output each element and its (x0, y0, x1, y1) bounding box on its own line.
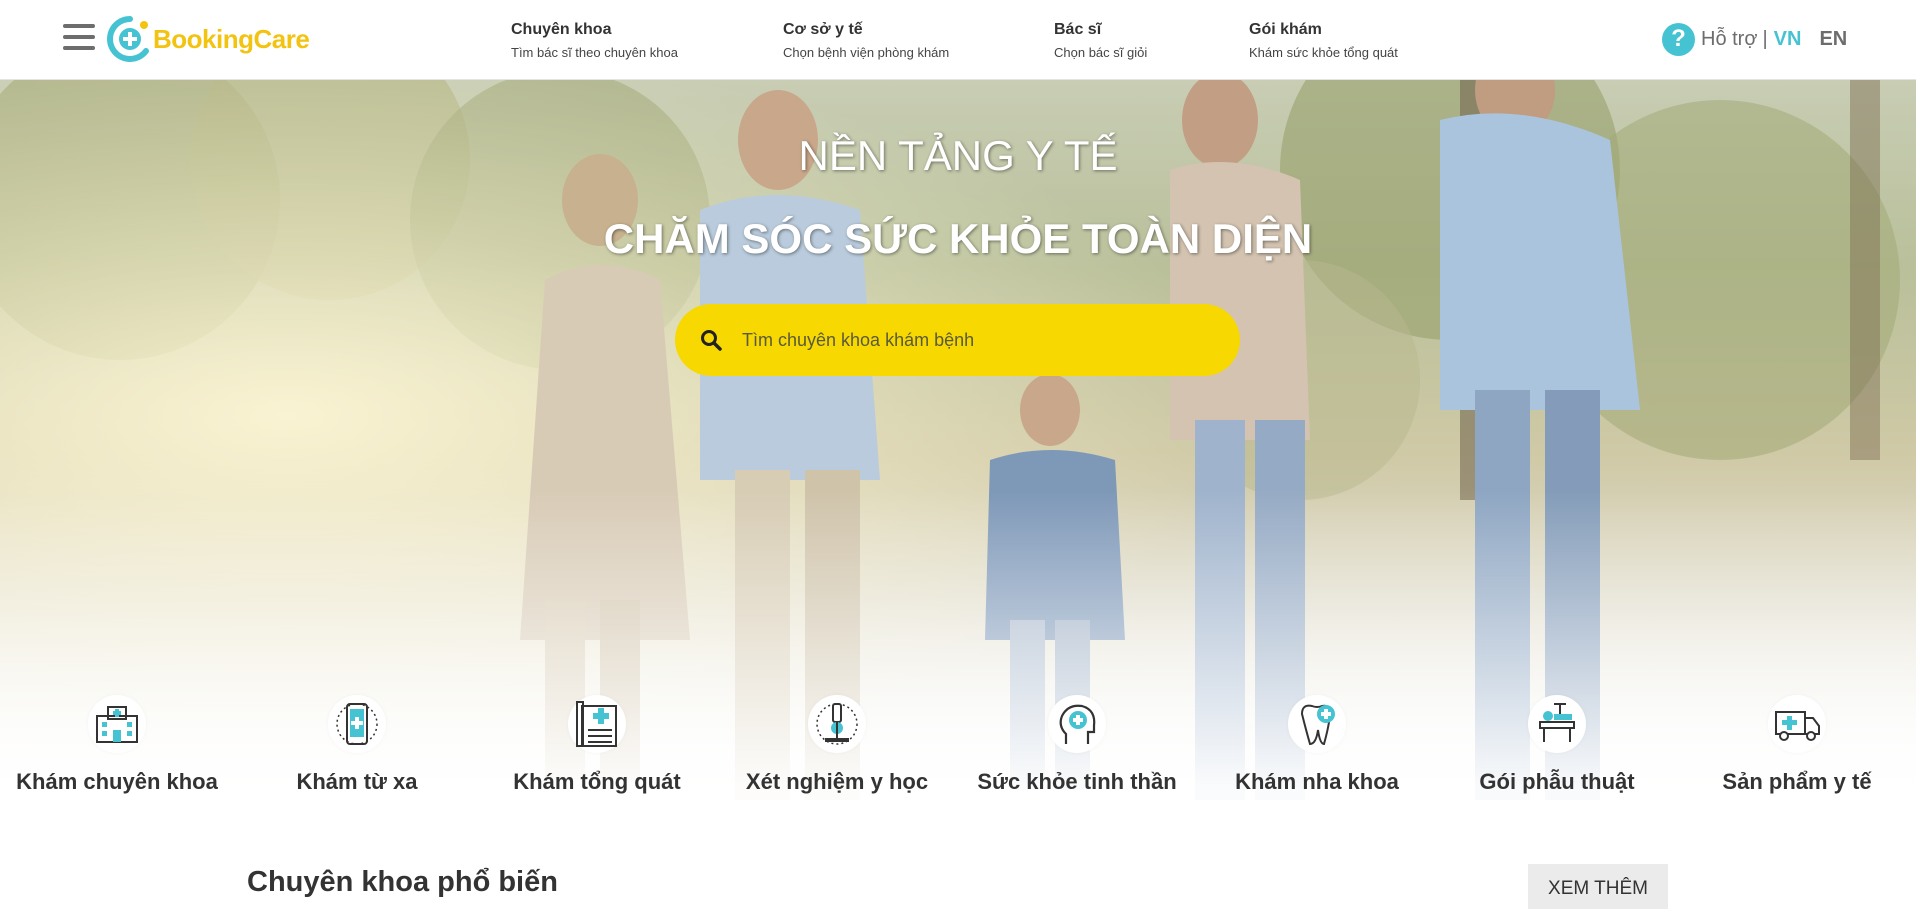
option-specialty-exam[interactable]: Khám chuyên khoa (0, 695, 237, 795)
see-more-button[interactable]: XEM THÊM (1528, 864, 1668, 909)
option-label: Gói phẫu thuật (1479, 769, 1635, 794)
phone-icon (328, 695, 386, 753)
option-label: Sản phẩm y tế (1722, 769, 1872, 794)
option-label: Khám chuyên khoa (16, 769, 218, 794)
nav-item-doctor[interactable]: Bác sĩ Chọn bác sĩ giỏi (1054, 20, 1147, 62)
support-area: ? Hỗ trợ | VN EN (1662, 22, 1847, 56)
option-surgery-package[interactable]: Gói phẫu thuật (1437, 695, 1677, 795)
option-label: Sức khỏe tinh thần (977, 769, 1177, 794)
option-mental-health[interactable]: Sức khỏe tinh thần (957, 695, 1197, 795)
lang-vn-button[interactable]: VN (1774, 28, 1802, 51)
option-medical-products[interactable]: Sản phẩm y tế (1677, 695, 1916, 795)
nav-title: Chuyên khoa (511, 21, 612, 38)
service-options: Khám chuyên khoa Khám từ xa Khám tổng qu… (0, 695, 1916, 815)
option-label: Khám nha khoa (1235, 769, 1399, 794)
nav-item-facility[interactable]: Cơ sở y tế Chọn bệnh viện phòng khám (783, 20, 949, 62)
search-input[interactable] (742, 329, 1192, 351)
option-label: Xét nghiệm y học (745, 769, 929, 794)
lang-en-button[interactable]: EN (1819, 28, 1847, 51)
microscope-icon (808, 695, 866, 753)
tooth-icon (1288, 695, 1346, 753)
logo-mark-icon (107, 16, 149, 62)
section-title-popular-specialty: Chuyên khoa phổ biến (247, 866, 558, 898)
help-icon[interactable]: ? (1662, 22, 1695, 56)
nav-subtitle: Chọn bệnh viện phòng khám (783, 45, 950, 60)
ambulance-icon (1768, 695, 1826, 753)
nav-title: Cơ sở y tế (783, 21, 863, 38)
option-remote-exam[interactable]: Khám từ xa (237, 695, 477, 795)
separator: | (1762, 27, 1768, 50)
hospital-icon (88, 695, 146, 753)
logo-text: BookingCare (153, 23, 310, 54)
brand-logo[interactable]: BookingCare (106, 14, 310, 64)
hero-title-line1: NỀN TẢNG Y TẾ (798, 132, 1118, 179)
nav-item-package[interactable]: Gói khám Khám sức khỏe tổng quát (1249, 20, 1398, 62)
search-icon (701, 330, 722, 351)
support-link[interactable]: Hỗ trợ (1701, 28, 1757, 51)
search-bar[interactable] (675, 304, 1240, 376)
option-general-exam[interactable]: Khám tổng quát (477, 695, 717, 795)
option-label: Khám tổng quát (513, 769, 681, 794)
option-dental[interactable]: Khám nha khoa (1197, 695, 1437, 795)
surgery-icon (1528, 695, 1586, 753)
mental-health-icon (1048, 695, 1106, 753)
clipboard-icon (568, 695, 626, 753)
nav-title: Bác sĩ (1054, 21, 1102, 38)
nav-subtitle: Chọn bác sĩ giỏi (1054, 45, 1148, 60)
hero-title-line2: CHĂM SÓC SỨC KHỎE TOÀN DIỆN (603, 215, 1313, 262)
nav-title: Gói khám (1249, 21, 1322, 38)
site-header: BookingCare Chuyên khoa Tìm bác sĩ theo … (0, 0, 1916, 80)
option-label: Khám từ xa (296, 769, 418, 794)
nav-subtitle: Khám sức khỏe tổng quát (1249, 45, 1398, 60)
hamburger-menu-icon[interactable] (63, 24, 95, 54)
option-lab-test[interactable]: Xét nghiệm y học (717, 695, 957, 795)
nav-item-specialty[interactable]: Chuyên khoa Tìm bác sĩ theo chuyên khoa (511, 20, 678, 62)
nav-subtitle: Tìm bác sĩ theo chuyên khoa (511, 45, 678, 60)
